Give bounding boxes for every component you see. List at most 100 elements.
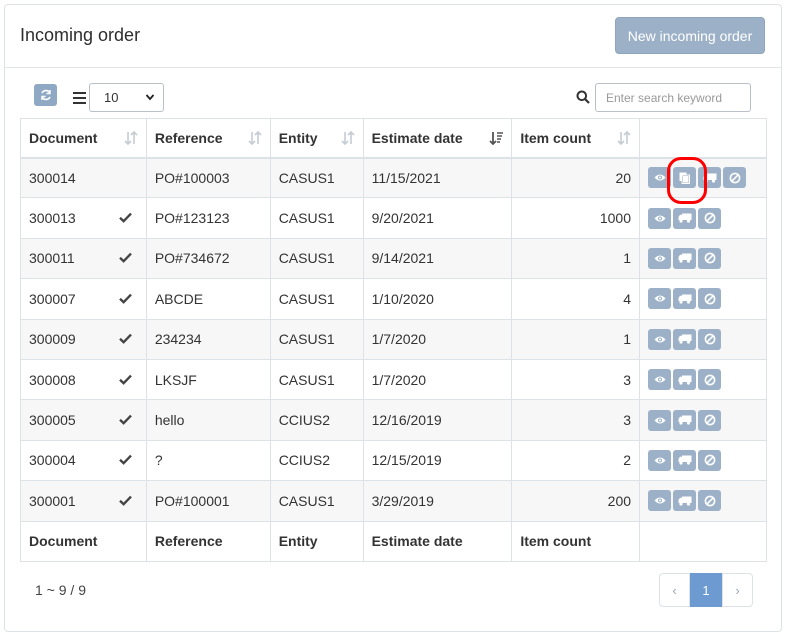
eye-action-button[interactable] [648, 409, 672, 431]
ban-action-button[interactable] [698, 328, 722, 350]
ban-icon [704, 495, 716, 507]
eye-action-button[interactable] [648, 490, 672, 512]
row-actions [648, 207, 758, 229]
table-row: 300011 PO#734672 CASUS1 9/14/2021 1 [20, 237, 767, 280]
footer-document: Document [20, 520, 147, 562]
truck-icon [678, 455, 692, 466]
eye-icon [654, 456, 666, 465]
cell-entity: CASUS1 [269, 278, 364, 320]
truck-action-button[interactable] [673, 328, 697, 350]
cell-actions [639, 278, 767, 320]
cell-actions [639, 197, 767, 239]
truck-icon [678, 253, 692, 264]
column-header-reference[interactable]: Reference [145, 118, 271, 159]
table-row: 300008 LKSJF CASUS1 1/7/2020 3 [20, 358, 767, 401]
table-body: 300014 PO#100003 CASUS1 11/15/2021 20 300013 P… [20, 156, 767, 522]
truck-action-button[interactable] [673, 449, 697, 471]
cell-entity: CASUS1 [269, 358, 364, 401]
column-header-item-count[interactable]: Item count [511, 118, 641, 159]
truck-action-button[interactable] [698, 167, 722, 189]
cell-document: 300004 [20, 439, 147, 482]
search-icon [576, 90, 590, 104]
ban-action-button[interactable] [698, 490, 722, 512]
truck-icon [678, 375, 692, 385]
row-actions [648, 369, 758, 391]
ban-icon [704, 374, 716, 386]
check-icon [119, 331, 132, 347]
cell-item-count: 1 [511, 318, 641, 360]
eye-action-button[interactable] [648, 247, 672, 269]
column-header-estimate-date[interactable]: Estimate date [362, 118, 513, 159]
cell-entity: CASUS1 [269, 237, 364, 280]
cell-item-count: 4 [511, 278, 641, 320]
cell-item-count: 1000 [511, 197, 641, 239]
truck-icon [678, 496, 692, 506]
truck-action-button[interactable] [673, 369, 697, 391]
sort-icon [124, 131, 138, 145]
row-actions [648, 409, 758, 431]
next-page-button[interactable]: › [722, 573, 753, 607]
search-input[interactable]: Enter search keyword [595, 83, 751, 112]
page-1-button[interactable]: 1 [690, 573, 722, 607]
cell-document: 300007 [20, 278, 147, 320]
truck-action-button[interactable] [673, 490, 697, 512]
eye-icon [654, 173, 666, 182]
cell-reference: PO#100001 [145, 480, 271, 522]
eye-action-button[interactable] [648, 449, 672, 471]
ban-action-button[interactable] [698, 247, 722, 269]
new-incoming-order-button[interactable]: New incoming order [615, 17, 765, 54]
eye-action-button[interactable] [648, 288, 672, 310]
cell-estimate-date: 1/7/2020 [362, 358, 513, 401]
refresh-button[interactable] [34, 84, 57, 106]
cell-item-count: 3 [511, 358, 641, 401]
refresh-icon [40, 89, 51, 101]
cell-reference: LKSJF [145, 358, 271, 401]
footer-item-count: Item count [511, 520, 641, 562]
table-row: 300001 PO#100001 CASUS1 3/29/2019 200 [20, 480, 767, 522]
truck-action-button[interactable] [673, 207, 697, 229]
cell-actions [639, 399, 767, 441]
cell-item-count: 3 [511, 399, 641, 441]
eye-action-button[interactable] [648, 207, 672, 229]
ban-action-button[interactable] [698, 288, 722, 310]
sort-icon [617, 131, 631, 145]
page-size-value: 10 [104, 90, 119, 105]
sort-icon [248, 131, 262, 145]
columns-menu-icon[interactable] [73, 92, 87, 104]
row-actions [648, 247, 758, 269]
copy-action-button[interactable] [673, 167, 697, 189]
cell-document: 300008 [20, 358, 147, 401]
sort-desc-icon [489, 132, 504, 145]
ban-action-button[interactable] [698, 449, 722, 471]
row-actions [648, 490, 758, 512]
cell-reference: PO#734672 [145, 237, 271, 280]
footer-actions [639, 520, 767, 562]
ban-action-button[interactable] [698, 369, 722, 391]
ban-action-button[interactable] [698, 409, 722, 431]
table-row: 300014 PO#100003 CASUS1 11/15/2021 20 [20, 156, 767, 199]
check-icon [119, 452, 132, 468]
cell-entity: CASUS1 [269, 318, 364, 360]
pagination: ‹ 1 › [659, 573, 753, 607]
eye-action-button[interactable] [648, 328, 672, 350]
row-actions [648, 288, 758, 310]
cell-actions [639, 439, 767, 482]
truck-action-button[interactable] [673, 288, 697, 310]
truck-action-button[interactable] [673, 409, 697, 431]
ban-action-button[interactable] [698, 207, 722, 229]
table-row: 300007 ABCDE CASUS1 1/10/2020 4 [20, 278, 767, 320]
eye-icon [654, 375, 666, 384]
ban-icon [729, 172, 741, 184]
cell-item-count: 2 [511, 439, 641, 482]
page-size-select[interactable]: 10 [89, 83, 164, 112]
eye-action-button[interactable] [648, 167, 672, 189]
page-title: Incoming order [20, 25, 141, 45]
cell-entity: CASUS1 [269, 156, 364, 199]
column-header-actions [639, 118, 767, 159]
column-header-document[interactable]: Document [20, 118, 147, 159]
truck-action-button[interactable] [673, 247, 697, 269]
eye-action-button[interactable] [648, 369, 672, 391]
prev-page-button[interactable]: ‹ [659, 573, 690, 607]
ban-action-button[interactable] [723, 167, 747, 189]
column-header-entity[interactable]: Entity [269, 118, 364, 159]
